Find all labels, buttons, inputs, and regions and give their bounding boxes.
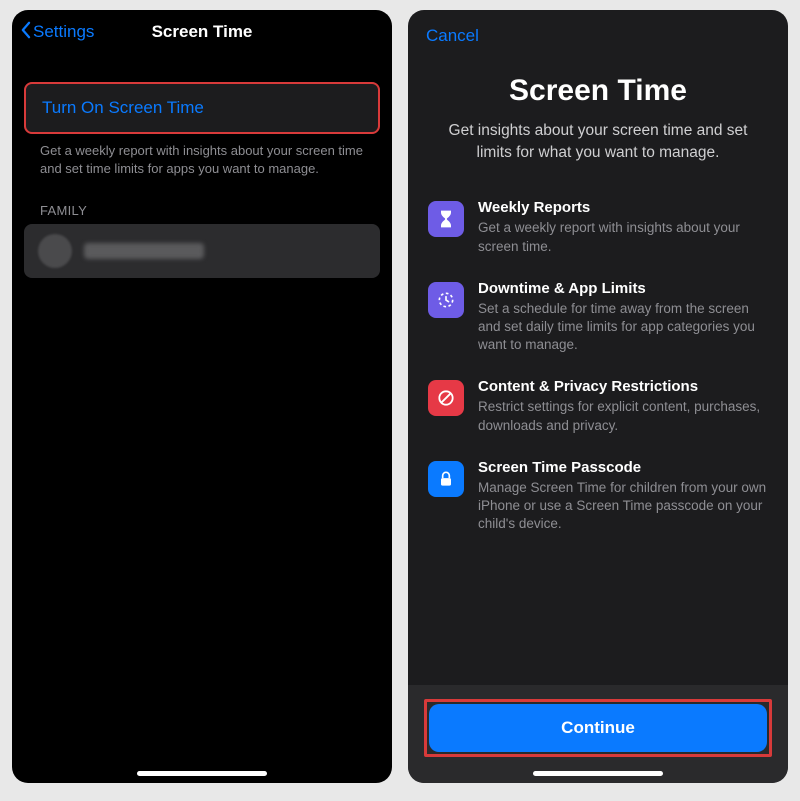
continue-button[interactable]: Continue xyxy=(429,704,767,752)
feature-title: Downtime & App Limits xyxy=(478,280,768,297)
back-label: Settings xyxy=(33,22,94,42)
family-member-name xyxy=(84,243,204,259)
nav-bar: Settings Screen Time xyxy=(12,10,392,54)
lock-icon xyxy=(428,461,464,497)
turn-on-description: Get a weekly report with insights about … xyxy=(40,142,364,177)
feature-weekly-reports: Weekly Reports Get a weekly report with … xyxy=(428,199,768,255)
feature-title: Content & Privacy Restrictions xyxy=(478,378,768,395)
feature-downtime: Downtime & App Limits Set a schedule for… xyxy=(428,280,768,355)
family-section-header: FAMILY xyxy=(40,203,392,218)
no-entry-icon xyxy=(428,380,464,416)
chevron-left-icon xyxy=(20,21,31,44)
feature-desc: Get a weekly report with insights about … xyxy=(478,219,768,255)
hero-subtitle: Get insights about your screen time and … xyxy=(428,120,768,163)
feature-desc: Manage Screen Time for children from you… xyxy=(478,479,768,534)
avatar xyxy=(38,234,72,268)
settings-screen: Settings Screen Time Turn On Screen Time… xyxy=(12,10,392,783)
feature-desc: Set a schedule for time away from the sc… xyxy=(478,300,768,355)
cancel-button[interactable]: Cancel xyxy=(408,10,497,46)
bottom-bar: Continue xyxy=(408,685,788,783)
home-indicator[interactable] xyxy=(137,771,267,776)
feature-passcode: Screen Time Passcode Manage Screen Time … xyxy=(428,459,768,534)
feature-restrictions: Content & Privacy Restrictions Restrict … xyxy=(428,378,768,434)
turn-on-label: Turn On Screen Time xyxy=(42,98,362,118)
hero: Screen Time Get insights about your scre… xyxy=(408,46,788,163)
feature-title: Weekly Reports xyxy=(478,199,768,216)
feature-desc: Restrict settings for explicit content, … xyxy=(478,398,768,434)
home-indicator[interactable] xyxy=(533,771,663,776)
hero-title: Screen Time xyxy=(428,74,768,108)
clock-dashed-icon xyxy=(428,282,464,318)
onboarding-screen: Cancel Screen Time Get insights about yo… xyxy=(408,10,788,783)
feature-list: Weekly Reports Get a weekly report with … xyxy=(408,163,788,533)
back-button[interactable]: Settings xyxy=(20,21,94,44)
continue-highlight: Continue xyxy=(424,699,772,757)
family-member-row[interactable] xyxy=(24,224,380,278)
feature-title: Screen Time Passcode xyxy=(478,459,768,476)
hourglass-icon xyxy=(428,201,464,237)
turn-on-cell[interactable]: Turn On Screen Time xyxy=(24,82,380,134)
